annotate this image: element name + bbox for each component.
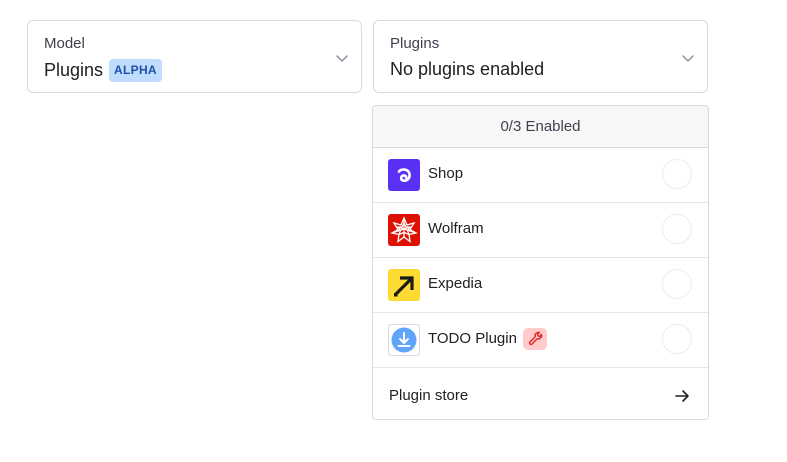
plugin-name-shop: Shop	[428, 165, 464, 182]
wrench-icon	[523, 328, 547, 350]
plugins-dropdown: 0/3 Enabled Shop Wolfram Expedia TODO Pl…	[372, 105, 709, 420]
plugin-name-expedia: Expedia	[428, 275, 483, 292]
model-select-value-text: Plugins	[44, 60, 104, 80]
plugin-toggle-shop[interactable]	[662, 159, 692, 189]
plugins-select-value: No plugins enabled	[390, 59, 545, 79]
plugins-select[interactable]: Plugins No plugins enabled	[373, 20, 708, 93]
chevron-down-icon	[682, 55, 694, 62]
arrow-right-icon	[675, 390, 689, 402]
alpha-badge: ALPHA	[109, 59, 162, 82]
expedia-logo-icon	[388, 269, 420, 301]
enabled-count-header: 0/3 Enabled	[373, 106, 708, 148]
plugin-item-wolfram[interactable]: Wolfram	[373, 203, 708, 258]
chevron-down-icon	[336, 55, 348, 62]
plugin-item-shop[interactable]: Shop	[373, 148, 708, 203]
plugin-toggle-expedia[interactable]	[662, 269, 692, 299]
plugin-item-todo[interactable]: TODO Plugin	[373, 313, 708, 368]
plugin-item-expedia[interactable]: Expedia	[373, 258, 708, 313]
plugin-name-wolfram: Wolfram	[428, 220, 484, 237]
model-select[interactable]: Model Plugins ALPHA	[27, 20, 362, 93]
plugins-select-label: Plugins	[390, 35, 440, 52]
plugin-store-label: Plugin store	[389, 387, 469, 404]
plugin-name-todo: TODO Plugin	[428, 330, 517, 347]
wolfram-logo-icon	[388, 214, 420, 246]
shop-logo-icon	[388, 159, 420, 191]
download-icon	[388, 324, 420, 356]
plugin-toggle-todo[interactable]	[662, 324, 692, 354]
model-select-value: Plugins ALPHA	[44, 59, 162, 82]
model-select-label: Model	[44, 35, 85, 52]
plugin-store-link[interactable]: Plugin store	[373, 368, 708, 419]
plugin-toggle-wolfram[interactable]	[662, 214, 692, 244]
